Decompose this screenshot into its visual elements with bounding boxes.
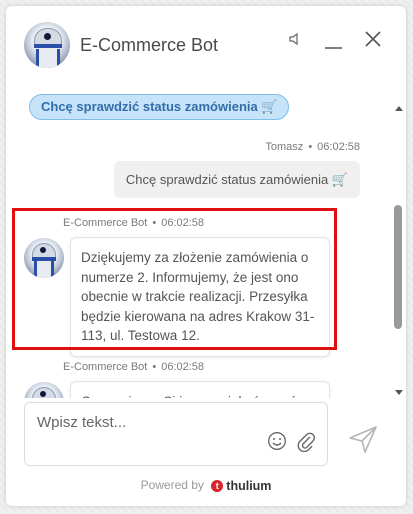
thulium-logo-icon: t [211,480,224,493]
send-icon[interactable] [346,424,380,454]
chat-header: E-Commerce Bot [6,6,406,84]
sender-name: Tomasz [265,141,304,153]
sender-name: E-Commerce Bot [63,361,148,373]
bot-message-bubble: Czy możemy Ci jeszcze jakoś pomóc [70,381,330,398]
message-time: 06:02:58 [161,361,205,373]
scrollbar-thumb[interactable] [394,205,402,329]
bot-message-avatar [24,238,64,278]
attachment-icon[interactable] [297,430,316,453]
bot-message-meta: E-Commerce Bot • 06:02:58 [63,361,205,373]
brand-name: thulium [226,479,272,494]
message-time: 06:02:58 [317,141,360,153]
powered-by-label: Powered by [140,478,204,492]
thulium-logo[interactable]: t thulium [211,478,271,493]
emoji-icon[interactable] [267,431,287,451]
scroll-down-arrow-icon[interactable] [395,390,403,395]
quick-reply-button[interactable]: Chcę sprawdzić status zamówienia 🛒 [29,94,289,120]
message-list[interactable]: Chcę sprawdzić status zamówienia 🛒 Tomas… [6,84,406,398]
bot-message-meta: E-Commerce Bot • 06:02:58 [63,217,205,229]
bot-message-bubble: Dziękujemy za złożenie zamówienia o nume… [70,237,330,357]
minimize-icon[interactable] [325,36,342,49]
message-time: 06:02:58 [161,217,205,229]
bot-title: E-Commerce Bot [80,35,219,55]
user-message-meta: Tomasz • 06:02:58 [265,141,360,153]
message-composer [24,402,328,466]
user-message-bubble: Chcę sprawdzić status zamówienia 🛒 [113,161,360,198]
scroll-up-arrow-icon[interactable] [395,106,403,111]
powered-by-footer: Powered by t thulium [6,478,406,493]
sender-name: E-Commerce Bot [63,217,148,229]
bot-avatar [24,22,70,68]
scrollbar[interactable] [392,106,404,396]
bot-message-avatar [24,382,64,398]
message-input[interactable] [35,409,269,435]
close-icon[interactable] [364,30,382,48]
speaker-icon[interactable] [288,32,302,46]
chat-widget: E-Commerce Bot Chcę sprawdzić status zam… [6,6,406,506]
